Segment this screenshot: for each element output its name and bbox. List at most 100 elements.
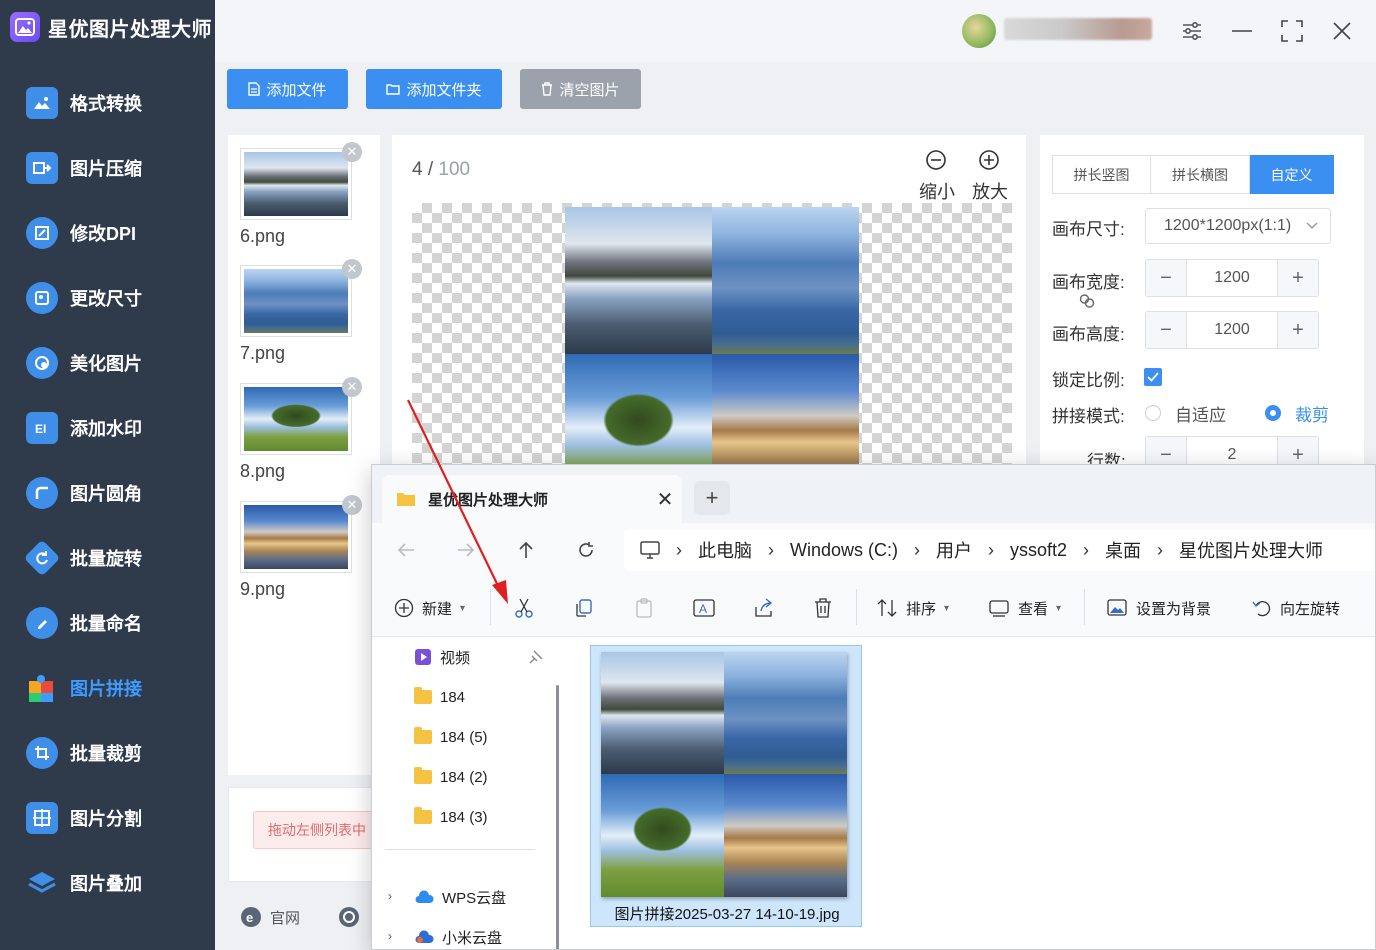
sidebar-item-beautify[interactable]: 美化图片: [0, 330, 215, 395]
tab-vertical[interactable]: 拼长竖图: [1052, 155, 1151, 194]
height-decrement-button[interactable]: −: [1146, 312, 1186, 348]
remove-icon[interactable]: ✕: [342, 142, 362, 162]
rotate-left-icon: [1252, 600, 1271, 617]
set-background-button[interactable]: 设置为背景: [1106, 594, 1211, 622]
rename-icon[interactable]: A: [692, 594, 716, 622]
sort-button[interactable]: 排序 ▾: [876, 594, 949, 622]
layers-icon: [26, 867, 58, 899]
up-arrow-icon[interactable]: [510, 535, 542, 565]
plus-circle-icon: [394, 598, 414, 618]
layout-tabs: 拼长竖图 拼长横图 自定义: [1052, 155, 1334, 194]
tree-item-video[interactable]: 视频: [414, 642, 470, 672]
address-bar[interactable]: › 此电脑 › Windows (C:) › 用户 › yssoft2 › 桌面…: [624, 529, 1375, 571]
lock-ratio-checkbox[interactable]: [1144, 368, 1162, 386]
link-icon[interactable]: [1078, 292, 1096, 315]
list-item[interactable]: ✕ 9.png: [240, 495, 362, 600]
remove-icon[interactable]: ✕: [342, 259, 362, 279]
share-icon[interactable]: [753, 594, 775, 622]
mode-crop-label[interactable]: 裁剪: [1295, 401, 1329, 426]
sidebar-item-dpi[interactable]: 修改DPI: [0, 200, 215, 265]
zoom-out-button[interactable]: 缩小: [917, 149, 957, 204]
pin-icon[interactable]: [529, 650, 543, 669]
width-increment-button[interactable]: +: [1278, 260, 1318, 296]
close-icon[interactable]: [1325, 14, 1359, 48]
width-decrement-button[interactable]: −: [1146, 260, 1186, 296]
new-tab-button[interactable]: +: [694, 481, 730, 515]
mode-adaptive-radio[interactable]: [1145, 405, 1161, 421]
breadcrumb-item[interactable]: Windows (C:): [790, 540, 898, 561]
tab-horizontal[interactable]: 拼长横图: [1151, 155, 1250, 194]
add-folder-button[interactable]: 添加文件夹: [366, 69, 502, 109]
breadcrumb-item[interactable]: 用户: [936, 537, 972, 563]
add-file-button[interactable]: 添加文件: [227, 69, 348, 109]
zoom-in-label: 放大: [972, 182, 1008, 202]
forward-arrow-icon[interactable]: [450, 535, 482, 565]
paste-icon[interactable]: [633, 594, 655, 622]
height-value[interactable]: 1200: [1186, 312, 1278, 348]
support-link[interactable]: [338, 906, 360, 928]
sidebar-item-rename[interactable]: 批量命名: [0, 590, 215, 655]
sidebar-item-stitch[interactable]: 图片拼接: [0, 655, 215, 720]
remove-icon[interactable]: ✕: [342, 495, 362, 515]
breadcrumb-item[interactable]: 桌面: [1105, 537, 1141, 563]
sidebar-item-watermark[interactable]: EI 添加水印: [0, 395, 215, 460]
breadcrumb-item[interactable]: 此电脑: [698, 537, 752, 563]
width-value[interactable]: 1200: [1186, 260, 1278, 296]
chevron-right-icon[interactable]: ›: [388, 929, 392, 943]
tree-item-folder[interactable]: 184 (3): [414, 802, 488, 832]
zoom-in-button[interactable]: 放大: [970, 149, 1010, 204]
list-item[interactable]: ✕ 8.png: [240, 377, 362, 482]
tree-item-folder[interactable]: 184: [414, 682, 465, 712]
preview-panel: 4 / 100 缩小 放大: [392, 135, 1026, 470]
tree-item-wps-cloud[interactable]: WPS云盘: [414, 882, 506, 912]
tree-item-label: WPS云盘: [442, 889, 507, 907]
close-tab-icon[interactable]: ✕: [648, 487, 682, 512]
sidebar-item-crop[interactable]: 批量裁剪: [0, 720, 215, 785]
file-item[interactable]: 图片拼接2025-03-27 14-10-19.jpg: [590, 645, 862, 927]
nav-pane-scrollbar[interactable]: [556, 685, 559, 949]
refresh-icon[interactable]: [570, 535, 602, 565]
tab-custom[interactable]: 自定义: [1250, 155, 1334, 194]
breadcrumb-item[interactable]: 星优图片处理大师: [1179, 537, 1323, 563]
cut-icon[interactable]: [513, 594, 535, 622]
website-link[interactable]: e 官网: [240, 906, 300, 928]
list-item[interactable]: ✕ 6.png: [240, 142, 362, 247]
back-arrow-icon[interactable]: [390, 535, 422, 565]
sidebar-item-round-corner[interactable]: 图片圆角: [0, 460, 215, 525]
sidebar-item-compress[interactable]: 图片压缩: [0, 135, 215, 200]
delete-icon[interactable]: [813, 594, 833, 622]
sidebar-item-rotate[interactable]: 批量旋转: [0, 525, 215, 590]
settings-sliders-icon[interactable]: [1175, 14, 1209, 48]
list-item[interactable]: ✕ 7.png: [240, 259, 362, 364]
sidebar-item-split[interactable]: 图片分割: [0, 785, 215, 850]
sort-label: 排序: [906, 600, 937, 618]
breadcrumb-item[interactable]: yssoft2: [1010, 540, 1067, 561]
explorer-tab[interactable]: 星优图片处理大师 ✕: [382, 475, 682, 523]
rotate-left-button[interactable]: 向左旋转: [1252, 594, 1340, 622]
mode-crop-radio[interactable]: [1265, 405, 1281, 421]
chevron-right-icon[interactable]: ›: [388, 889, 392, 903]
clear-images-label: 清空图片: [559, 81, 620, 99]
mode-adaptive-label[interactable]: 自适应: [1175, 401, 1226, 426]
maximize-icon[interactable]: [1275, 14, 1309, 48]
sidebar-item-label: 批量裁剪: [70, 743, 142, 764]
tree-item-folder[interactable]: 184 (2): [414, 762, 488, 792]
sidebar-item-format-convert[interactable]: 格式转换: [0, 70, 215, 135]
canvas-size-select[interactable]: 1200*1200px(1:1): [1145, 208, 1331, 244]
dpi-icon: [26, 216, 58, 249]
sidebar-item-resize[interactable]: 更改尺寸: [0, 265, 215, 330]
remove-icon[interactable]: ✕: [342, 377, 362, 397]
new-button[interactable]: 新建 ▾: [394, 594, 465, 622]
sidebar-item-overlay[interactable]: 图片叠加: [0, 850, 215, 915]
view-button[interactable]: 查看 ▾: [988, 594, 1061, 622]
total-pages: 100: [438, 159, 471, 180]
tree-item-mi-cloud[interactable]: 小米云盘: [414, 922, 502, 949]
minimize-icon[interactable]: [1225, 14, 1259, 48]
height-increment-button[interactable]: +: [1278, 312, 1318, 348]
copy-icon[interactable]: [573, 594, 595, 622]
tree-item-folder[interactable]: 184 (5): [414, 722, 488, 752]
clear-images-button[interactable]: 清空图片: [520, 69, 641, 109]
sidebar-item-label: 格式转换: [70, 93, 142, 114]
check-icon: [1147, 372, 1159, 382]
avatar[interactable]: [962, 14, 996, 48]
